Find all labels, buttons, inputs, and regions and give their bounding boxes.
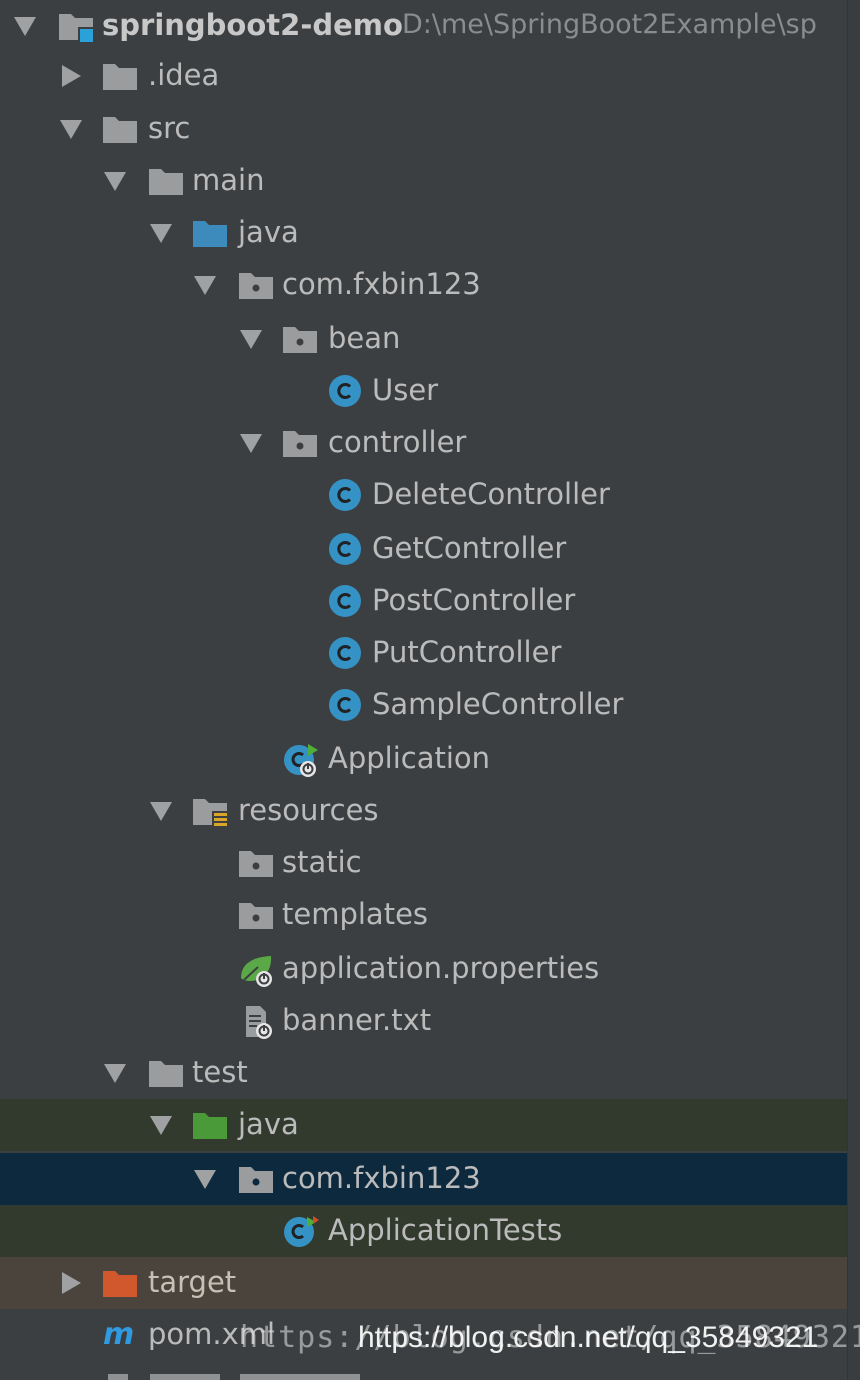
tree-label: banner.txt [282, 1003, 432, 1037]
tree-label: pom.xml [148, 1317, 276, 1351]
folder-icon [102, 112, 138, 146]
expand-arrow-icon[interactable] [102, 169, 128, 193]
expand-arrow-icon[interactable] [238, 431, 264, 455]
tree-row-partial [100, 1368, 500, 1380]
tree-label: application.properties [282, 951, 600, 985]
tree-row-sample-controller[interactable]: SampleController [0, 679, 848, 731]
tree-label: templates [282, 897, 429, 931]
class-icon [328, 478, 364, 512]
folder-icon [148, 164, 184, 198]
tree-label: PostController [372, 583, 576, 617]
tree-label: .idea [148, 58, 220, 92]
module-folder-icon [58, 9, 94, 43]
tree-label: com.fxbin123 [282, 1161, 481, 1195]
tree-label: src [148, 111, 191, 145]
scrollbar-track[interactable] [847, 0, 860, 1380]
tree-row-put-controller[interactable]: PutController [0, 627, 848, 679]
tree-label: GetController [372, 531, 567, 565]
class-icon [328, 584, 364, 618]
folder-icon [148, 1056, 184, 1090]
package-icon [238, 898, 274, 932]
tree-label: static [282, 845, 362, 879]
resources-folder-icon [192, 794, 228, 829]
tree-label: PutController [372, 635, 562, 669]
tree-row-templates[interactable]: templates [0, 889, 848, 941]
tree-label: SampleController [372, 687, 624, 721]
svg-text:m: m [103, 1318, 134, 1352]
tree-label: java [238, 215, 299, 249]
package-icon [238, 268, 274, 302]
excluded-folder-icon [102, 1266, 138, 1300]
tree-label: DeleteController [372, 477, 610, 511]
tree-label: Application [328, 741, 491, 775]
spring-properties-icon [238, 952, 274, 987]
expand-arrow-icon[interactable] [238, 327, 264, 351]
tree-label: resources [238, 793, 379, 827]
tree-row-banner[interactable]: banner.txt [0, 995, 848, 1047]
text-file-icon [238, 1004, 274, 1039]
project-name: springboot2-demo [102, 8, 403, 42]
class-icon [328, 636, 364, 670]
expand-arrow-icon[interactable] [148, 799, 174, 823]
expand-arrow-icon[interactable] [12, 14, 38, 38]
tree-row-get-controller[interactable]: GetController [0, 523, 848, 575]
expand-arrow-icon[interactable] [148, 1113, 174, 1137]
tree-row-pom[interactable]: m pom.xml [0, 1309, 848, 1361]
expand-arrow-icon[interactable] [148, 221, 174, 245]
tree-row-src[interactable]: src [0, 103, 848, 155]
tree-row-main-package[interactable]: com.fxbin123 [0, 259, 848, 311]
tree-label: com.fxbin123 [282, 267, 481, 301]
tree-row-resources[interactable]: resources [0, 785, 848, 837]
project-path: D:\me\SpringBoot2Example\sp [402, 9, 817, 40]
class-icon [328, 532, 364, 566]
tree-row-target[interactable]: target [0, 1257, 848, 1309]
expand-arrow-icon[interactable] [192, 273, 218, 297]
tree-row-user[interactable]: User [0, 365, 848, 417]
tree-row-application-tests[interactable]: ApplicationTests [0, 1205, 848, 1257]
collapse-arrow-icon[interactable] [58, 64, 84, 88]
expand-arrow-icon[interactable] [192, 1167, 218, 1191]
expand-arrow-icon[interactable] [58, 117, 84, 141]
collapse-arrow-icon[interactable] [58, 1271, 84, 1295]
package-icon [282, 322, 318, 356]
class-icon [328, 688, 364, 722]
tree-row-controller[interactable]: controller [0, 417, 848, 469]
folder-icon [102, 59, 138, 93]
package-icon [238, 1162, 274, 1196]
project-tree-panel: springboot2-demo D:\me\SpringBoot2Exampl… [0, 0, 848, 1380]
tree-row-main-java[interactable]: java [0, 207, 848, 259]
tree-label: bean [328, 321, 401, 355]
tree-row-test[interactable]: test [0, 1047, 848, 1099]
tree-row-static[interactable]: static [0, 837, 848, 889]
tree-row-test-package[interactable]: com.fxbin123 [0, 1153, 848, 1205]
tree-row-idea[interactable]: .idea [0, 50, 848, 102]
tree-label: java [238, 1107, 299, 1141]
spring-boot-class-icon [282, 742, 318, 777]
tree-row-application[interactable]: Application [0, 733, 848, 785]
tree-label: test [192, 1055, 248, 1089]
tree-row-test-java[interactable]: java [0, 1099, 848, 1151]
package-icon [282, 426, 318, 460]
tree-label: ApplicationTests [328, 1213, 563, 1247]
tree-label: target [148, 1265, 237, 1299]
tree-row-project-root[interactable]: springboot2-demo D:\me\SpringBoot2Exampl… [0, 0, 848, 52]
class-icon [328, 374, 364, 408]
tree-row-application-properties[interactable]: application.properties [0, 943, 848, 995]
test-class-icon [282, 1214, 319, 1248]
test-folder-icon [192, 1108, 228, 1142]
maven-icon: m [102, 1318, 138, 1352]
tree-label: main [192, 163, 265, 197]
tree-row-main[interactable]: main [0, 155, 848, 207]
tree-row-post-controller[interactable]: PostController [0, 575, 848, 627]
tree-row-delete-controller[interactable]: DeleteController [0, 469, 848, 521]
expand-arrow-icon[interactable] [102, 1061, 128, 1085]
tree-row-bean[interactable]: bean [0, 313, 848, 365]
tree-label: controller [328, 425, 467, 459]
package-icon [238, 846, 274, 880]
source-folder-icon [192, 216, 228, 250]
tree-label: User [372, 373, 439, 407]
